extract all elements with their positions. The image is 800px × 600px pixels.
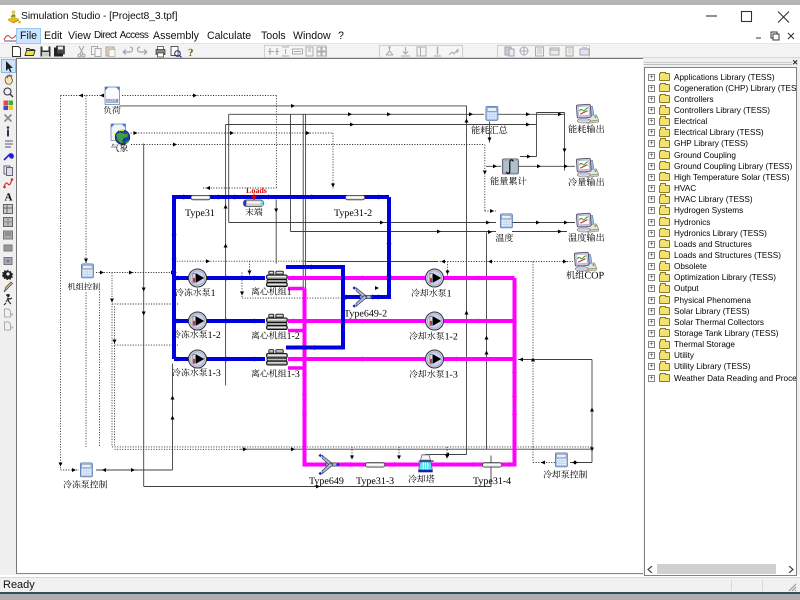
- svg-text:1-2: 1-2: [445, 331, 458, 342]
- svg-text:Type649: Type649: [309, 476, 344, 487]
- svg-text:COP: COP: [584, 271, 604, 282]
- svg-text:1: 1: [211, 288, 216, 299]
- svg-text:1-2: 1-2: [287, 331, 300, 342]
- svg-text:1-2: 1-2: [208, 330, 221, 341]
- svg-text:Loads: Loads: [246, 186, 267, 195]
- svg-text:1-3: 1-3: [445, 369, 458, 380]
- svg-text:Type31-3: Type31-3: [356, 476, 394, 487]
- svg-text:Type31: Type31: [185, 208, 215, 219]
- svg-text:Type31-2: Type31-2: [334, 208, 372, 219]
- svg-text:Type31-4: Type31-4: [473, 476, 511, 487]
- svg-text:A: A: [5, 192, 13, 203]
- svg-text:1: 1: [287, 287, 292, 298]
- svg-text:1-3: 1-3: [208, 368, 221, 379]
- svg-text:?: ?: [188, 47, 194, 58]
- svg-text:1-3: 1-3: [287, 369, 300, 380]
- svg-text:Type649-2: Type649-2: [344, 309, 387, 320]
- svg-text:1: 1: [447, 288, 452, 299]
